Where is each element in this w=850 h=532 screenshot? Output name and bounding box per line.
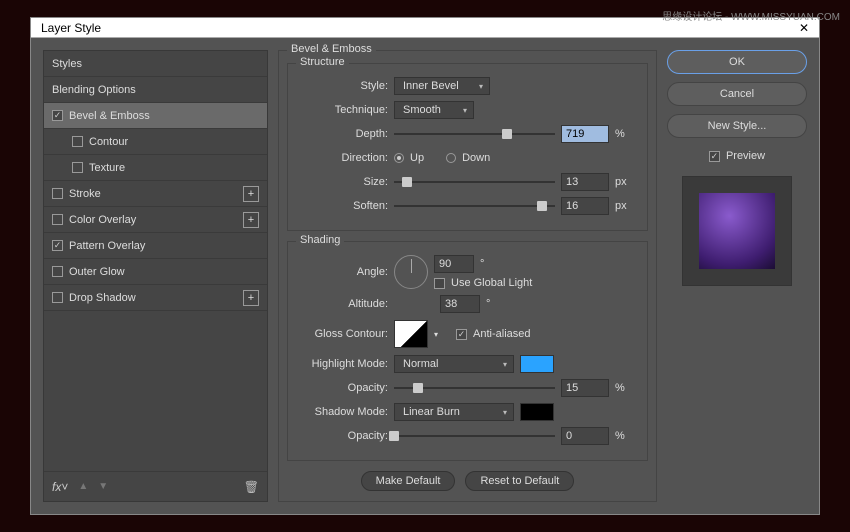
preview-toggle[interactable]: Preview xyxy=(667,150,807,162)
preview-thumbnail xyxy=(699,193,775,269)
new-style-button[interactable]: New Style... xyxy=(667,114,807,138)
fx-icon[interactable]: fx˅ xyxy=(52,480,68,494)
ok-button[interactable]: OK xyxy=(667,50,807,74)
gloss-contour-label: Gloss Contour: xyxy=(300,328,388,340)
chevron-down-icon[interactable]: ▾ xyxy=(434,330,438,339)
angle-control[interactable] xyxy=(394,255,428,289)
highlight-opacity-slider[interactable] xyxy=(394,381,555,395)
depth-label: Depth: xyxy=(300,128,388,140)
make-default-button[interactable]: Make Default xyxy=(361,471,456,491)
style-label: Style: xyxy=(300,80,388,92)
shadow-opacity-slider[interactable] xyxy=(394,429,555,443)
checkbox-icon[interactable] xyxy=(52,214,63,225)
altitude-label: Altitude: xyxy=(300,298,388,310)
trash-icon[interactable]: 🗑 xyxy=(244,480,259,494)
size-input[interactable] xyxy=(561,173,609,191)
highlight-mode-select[interactable]: Normal▾ xyxy=(394,355,514,373)
size-label: Size: xyxy=(300,176,388,188)
highlight-color-swatch[interactable] xyxy=(520,355,554,373)
antialiased-checkbox[interactable] xyxy=(456,329,467,340)
dialog-body: Styles Blending Options Bevel & Emboss C… xyxy=(31,38,819,514)
direction-label: Direction: xyxy=(300,152,388,164)
style-select[interactable]: Inner Bevel▾ xyxy=(394,77,490,95)
sidebar-item-bevel-emboss[interactable]: Bevel & Emboss xyxy=(44,103,267,129)
shading-title: Shading xyxy=(296,234,344,246)
sidebar-item-styles[interactable]: Styles xyxy=(44,51,267,77)
add-icon[interactable]: + xyxy=(243,212,259,228)
sidebar-item-drop-shadow[interactable]: Drop Shadow+ xyxy=(44,285,267,311)
shadow-mode-label: Shadow Mode: xyxy=(300,406,388,418)
technique-label: Technique: xyxy=(300,104,388,116)
add-icon[interactable]: + xyxy=(243,290,259,306)
depth-input[interactable] xyxy=(561,125,609,143)
dialog-title: Layer Style xyxy=(41,21,101,35)
soften-input[interactable] xyxy=(561,197,609,215)
cancel-button[interactable]: Cancel xyxy=(667,82,807,106)
sidebar-item-blending-options[interactable]: Blending Options xyxy=(44,77,267,103)
checkbox-icon[interactable] xyxy=(709,151,720,162)
reset-default-button[interactable]: Reset to Default xyxy=(465,471,574,491)
sidebar-footer: fx˅ ▲ ▼ 🗑 xyxy=(44,471,267,501)
structure-group: Structure Style:Inner Bevel▾ Technique:S… xyxy=(287,63,648,231)
highlight-opacity-label: Opacity: xyxy=(300,382,388,394)
global-light-checkbox[interactable] xyxy=(434,278,445,289)
altitude-input[interactable] xyxy=(440,295,480,313)
checkbox-icon[interactable] xyxy=(52,110,63,121)
highlight-opacity-input[interactable] xyxy=(561,379,609,397)
move-down-icon[interactable]: ▼ xyxy=(98,481,108,492)
soften-slider[interactable] xyxy=(394,199,555,213)
bevel-emboss-group: Bevel & Emboss Structure Style:Inner Bev… xyxy=(278,50,657,502)
default-buttons: Make Default Reset to Default xyxy=(287,471,648,491)
checkbox-icon[interactable] xyxy=(52,292,63,303)
dialog-actions: OK Cancel New Style... Preview xyxy=(667,50,807,502)
chevron-down-icon: ▾ xyxy=(463,106,467,115)
checkbox-icon[interactable] xyxy=(72,162,83,173)
sidebar-item-texture[interactable]: Texture xyxy=(44,155,267,181)
size-slider[interactable] xyxy=(394,175,555,189)
shadow-mode-select[interactable]: Linear Burn▾ xyxy=(394,403,514,421)
shadow-opacity-label: Opacity: xyxy=(300,430,388,442)
checkbox-icon[interactable] xyxy=(52,240,63,251)
angle-input[interactable] xyxy=(434,255,474,273)
sidebar-item-contour[interactable]: Contour xyxy=(44,129,267,155)
chevron-down-icon: ▾ xyxy=(503,360,507,369)
shadow-opacity-input[interactable] xyxy=(561,427,609,445)
add-icon[interactable]: + xyxy=(243,186,259,202)
soften-label: Soften: xyxy=(300,200,388,212)
chevron-down-icon: ▾ xyxy=(503,408,507,417)
depth-slider[interactable] xyxy=(394,127,555,141)
shading-group: Shading Angle: ° Use Global Light Altitu… xyxy=(287,241,648,461)
structure-title: Structure xyxy=(296,56,349,68)
technique-select[interactable]: Smooth▾ xyxy=(394,101,474,119)
chevron-down-icon: ▾ xyxy=(479,82,483,91)
shadow-color-swatch[interactable] xyxy=(520,403,554,421)
gloss-contour-picker[interactable] xyxy=(394,320,428,348)
watermark: 思缘设计论坛 - WWW.MISSYUAN.COM xyxy=(662,8,840,23)
checkbox-icon[interactable] xyxy=(72,136,83,147)
sidebar-item-stroke[interactable]: Stroke+ xyxy=(44,181,267,207)
sidebar-item-color-overlay[interactable]: Color Overlay+ xyxy=(44,207,267,233)
sidebar-item-pattern-overlay[interactable]: Pattern Overlay xyxy=(44,233,267,259)
sidebar-item-outer-glow[interactable]: Outer Glow xyxy=(44,259,267,285)
direction-up-radio[interactable] xyxy=(394,153,404,163)
checkbox-icon[interactable] xyxy=(52,266,63,277)
effects-sidebar: Styles Blending Options Bevel & Emboss C… xyxy=(43,50,268,502)
move-up-icon[interactable]: ▲ xyxy=(78,481,88,492)
checkbox-icon[interactable] xyxy=(52,188,63,199)
settings-panel: Bevel & Emboss Structure Style:Inner Bev… xyxy=(278,50,657,502)
preview-area xyxy=(682,176,792,286)
highlight-mode-label: Highlight Mode: xyxy=(300,358,388,370)
panel-title: Bevel & Emboss xyxy=(287,43,376,55)
direction-down-radio[interactable] xyxy=(446,153,456,163)
layer-style-dialog: Layer Style ✕ Styles Blending Options Be… xyxy=(30,17,820,515)
angle-label: Angle: xyxy=(300,266,388,278)
